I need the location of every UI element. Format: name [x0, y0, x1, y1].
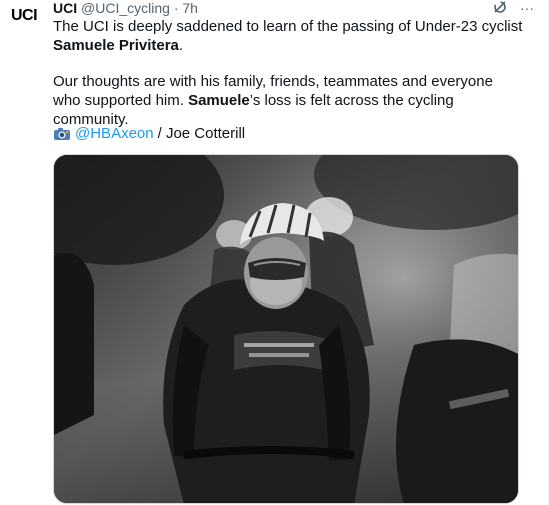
- grok-icon[interactable]: [492, 0, 508, 18]
- cyclist-photo-illustration: [54, 155, 518, 503]
- tweet-paragraph-1: The UCI is deeply saddened to learn of t…: [53, 17, 523, 55]
- tweet-photo[interactable]: [53, 154, 519, 504]
- tweet-text-1b: Samuele Privitera: [53, 37, 179, 54]
- camera-icon: [53, 127, 71, 141]
- display-name[interactable]: UCI: [53, 0, 77, 16]
- tweet-header: UCI @UCI_cycling · 7h: [53, 0, 198, 16]
- photographer-name: / Joe Cotterill: [157, 125, 246, 142]
- tweet-paragraph-2: Our thoughts are with his family, friend…: [53, 72, 523, 129]
- header-separator: ·: [173, 0, 179, 16]
- photographer-mention-link[interactable]: @HBAxeon: [75, 124, 154, 143]
- tweet-text-1c: .: [178, 37, 184, 54]
- tweet-text-2b: Samuele: [188, 92, 250, 109]
- header-actions: ···: [492, 0, 534, 16]
- more-icon[interactable]: ···: [520, 0, 534, 16]
- tweet-card[interactable]: UCI UCI @UCI_cycling · 7h ··· The UCI is…: [0, 0, 549, 505]
- avatar[interactable]: UCI: [6, 2, 46, 38]
- tweet-text-1a: The UCI is deeply saddened to learn of t…: [53, 18, 523, 35]
- uci-logo-text: UCI: [11, 7, 38, 24]
- photo-credit: @HBAxeon / Joe Cotterill: [53, 124, 245, 143]
- user-handle[interactable]: @UCI_cycling: [81, 0, 170, 16]
- tweet-text: The UCI is deeply saddened to learn of t…: [53, 17, 523, 129]
- timestamp[interactable]: 7h: [182, 0, 198, 16]
